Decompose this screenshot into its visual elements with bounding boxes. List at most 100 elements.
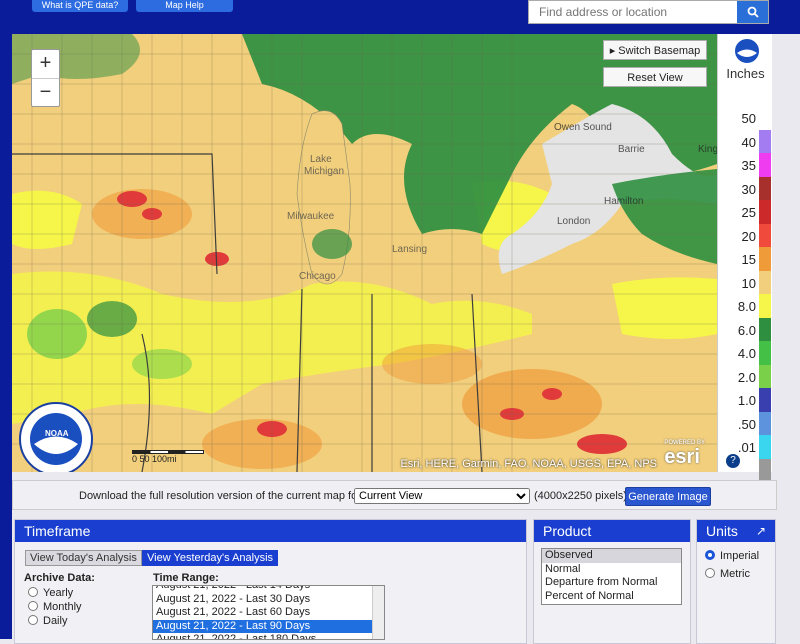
units-imperial-radio[interactable]: Imperial <box>705 550 759 562</box>
legend-swatch <box>759 223 771 248</box>
label-lansing: Lansing <box>392 244 427 255</box>
precip-legend: Inches 50 40 35 30 25 20 15 10 8.0 6.0 4.0 2.0 1.0 .5… <box>717 34 773 483</box>
legend-row: 1.0 <box>718 388 773 412</box>
zoom-in-button[interactable]: + <box>32 50 59 78</box>
label-london: London <box>557 216 590 227</box>
archive-data-label: Archive Data: <box>24 572 95 584</box>
generate-image-button[interactable]: Generate Image <box>625 487 711 506</box>
legend-swatch <box>759 247 771 271</box>
archive-monthly-radio[interactable]: Monthly <box>28 601 82 613</box>
reset-view-button[interactable]: Reset View <box>603 67 707 87</box>
units-panel: Units ↗ Imperial Metric <box>696 519 776 644</box>
switch-basemap-button[interactable]: ▸ Switch Basemap <box>603 40 707 60</box>
legend-swatch <box>759 270 771 295</box>
search-icon <box>747 6 759 18</box>
legend-value: 35 <box>741 158 756 173</box>
time-range-item[interactable]: August 21, 2022 - Last 90 Days <box>153 619 384 634</box>
map-canvas[interactable]: Lake Michigan Chicago Milwaukee London H… <box>12 34 717 472</box>
label-king: King <box>698 144 717 155</box>
product-list[interactable]: Observed Normal Departure from Normal Perce… <box>541 548 682 605</box>
legend-row: .50 <box>718 411 773 436</box>
view-yesterday-button[interactable]: View Yesterday's Analysis <box>142 550 279 566</box>
legend-row: 15 <box>718 247 773 271</box>
legend-swatch <box>759 200 771 224</box>
legend-value: 25 <box>741 205 756 220</box>
search-button[interactable] <box>737 1 768 23</box>
legend-value: 4.0 <box>737 346 756 361</box>
timeframe-panel: Timeframe View Today's Analysis View Yes… <box>14 519 527 644</box>
legend-swatch <box>759 317 771 342</box>
legend-value: 20 <box>741 228 756 244</box>
legend-row: 4.0 <box>718 341 773 365</box>
legend-value: .50 <box>737 416 756 432</box>
legend-value: 6.0 <box>737 322 756 338</box>
legend-swatch <box>759 341 771 365</box>
qpe-info-button[interactable]: What is QPE data? <box>32 0 128 12</box>
legend-swatch <box>759 106 771 130</box>
legend-swatch <box>759 435 771 459</box>
label-barrie: Barrie <box>618 144 645 155</box>
svg-text:NOAA: NOAA <box>45 429 69 438</box>
product-panel: Product Observed Normal Departure from Nor… <box>533 519 691 644</box>
legend-value: 15 <box>741 252 756 267</box>
legend-value: 2.0 <box>737 369 756 385</box>
noaa-seal-logo: NOAA <box>19 402 93 472</box>
legend-value: 30 <box>741 181 756 197</box>
precipitation-map[interactable]: Lake Michigan Chicago Milwaukee London H… <box>12 34 717 472</box>
download-bar: Download the full resolution version of … <box>12 480 777 510</box>
legend-swatch <box>759 388 771 412</box>
label-chicago: Chicago <box>299 271 336 282</box>
time-range-item[interactable]: August 21, 2022 - Last 14 Days <box>153 586 384 593</box>
legend-row: 20 <box>718 223 773 248</box>
view-today-button[interactable]: View Today's Analysis <box>25 550 142 566</box>
map-attribution: Esri, HERE, Garmin, FAO, NOAA, USGS, EPA… <box>400 458 657 470</box>
zoom-control: + − <box>31 49 60 107</box>
time-range-item[interactable]: August 21, 2022 - Last 30 Days <box>153 593 384 607</box>
legend-swatch <box>759 458 771 483</box>
archive-daily-radio[interactable]: Daily <box>28 615 67 627</box>
time-range-scrollbar[interactable] <box>372 586 384 639</box>
search-box <box>528 0 769 24</box>
legend-swatch <box>759 294 771 318</box>
legend-row: 50 <box>718 106 773 130</box>
label-lake-michigan: Lake <box>310 154 332 165</box>
legend-value: 8.0 <box>737 299 756 314</box>
time-range-item[interactable]: August 21, 2022 - Last 60 Days <box>153 606 384 620</box>
legend-value: 50 <box>741 111 756 126</box>
noaa-logo-icon <box>733 37 761 65</box>
product-item[interactable]: Departure from Normal <box>542 576 681 590</box>
legend-swatch <box>759 411 771 436</box>
label-milwaukee: Milwaukee <box>287 211 335 222</box>
product-item[interactable]: Normal <box>542 563 681 577</box>
time-range-item[interactable]: August 21, 2022 - Last 180 Days <box>153 633 384 639</box>
download-view-select[interactable]: Current View <box>354 488 530 504</box>
legend-swatch <box>759 153 771 177</box>
units-metric-radio[interactable]: Metric <box>705 568 750 580</box>
product-title: Product <box>534 520 690 542</box>
scale-labels: 0 50 100mi <box>132 454 177 464</box>
time-range-label: Time Range: <box>153 572 219 584</box>
help-icon[interactable]: ? <box>726 454 740 468</box>
legend-swatch <box>759 176 771 201</box>
left-sidebar-strip <box>0 0 12 639</box>
search-input[interactable] <box>529 1 739 23</box>
legend-swatch <box>759 129 771 154</box>
timeframe-title: Timeframe <box>15 520 526 542</box>
legend-value: 1.0 <box>737 393 756 408</box>
product-item[interactable]: Percent of Normal <box>542 590 681 604</box>
product-item[interactable]: Observed <box>542 549 681 563</box>
time-range-list[interactable]: August 21, 2022 - Last 14 Days August 21,… <box>152 585 385 640</box>
legend-row: 35 <box>718 153 773 177</box>
expand-icon[interactable]: ↗ <box>756 520 766 542</box>
legend-row: 8.0 <box>718 294 773 318</box>
svg-text:Michigan: Michigan <box>304 166 344 177</box>
map-help-button[interactable]: Map Help <box>136 0 233 12</box>
legend-row: 6.0 <box>718 317 773 342</box>
legend-value: .01 <box>737 440 756 455</box>
label-owen-sound: Owen Sound <box>554 122 612 133</box>
zoom-out-button[interactable]: − <box>32 78 59 106</box>
download-pixel-size: (4000x2250 pixels) <box>534 490 627 502</box>
legend-row: 25 <box>718 200 773 224</box>
archive-yearly-radio[interactable]: Yearly <box>28 587 73 599</box>
legend-row: 2.0 <box>718 364 773 389</box>
